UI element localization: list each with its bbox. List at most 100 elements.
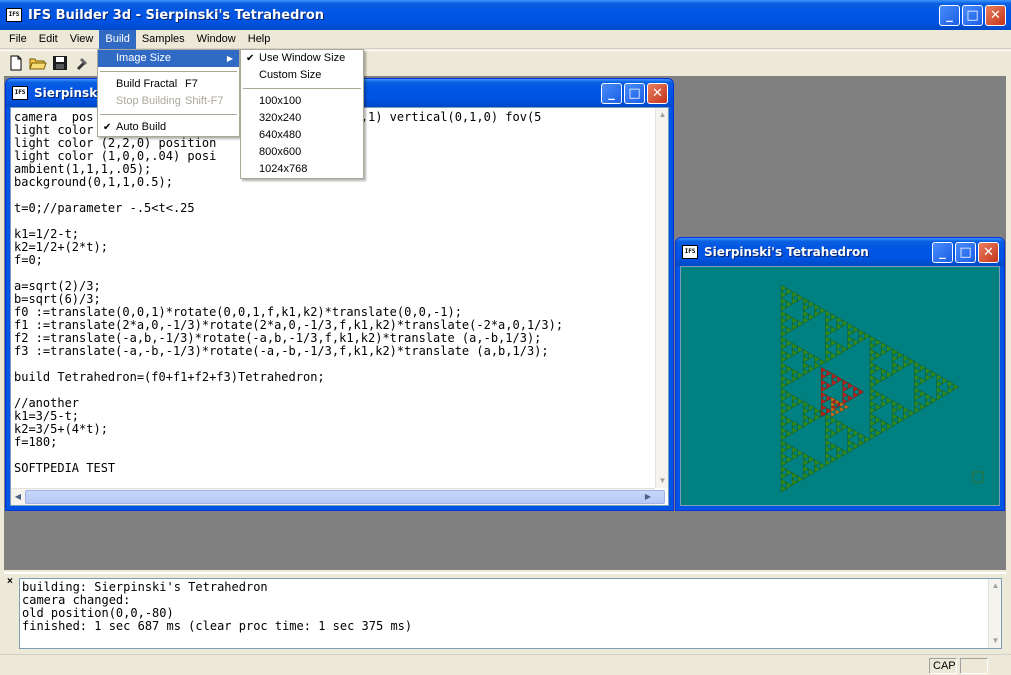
close-icon: ✕ [983, 244, 994, 260]
log-vertical-scrollbar[interactable]: ▲ ▼ [988, 579, 1001, 648]
code-line[interactable]: f3 :=translate(-a,-b,-1/3)*rotate(-a,-b,… [14, 345, 654, 358]
menu-file[interactable]: File [3, 30, 33, 49]
build-menu-item-stop-building[interactable]: Stop Building Shift-F7 [98, 93, 239, 110]
save-disk-icon [53, 56, 67, 70]
close-button[interactable]: ✕ [985, 4, 1006, 26]
fractal-render-canvas[interactable] [680, 266, 1000, 506]
menu-separator [100, 71, 237, 72]
image-size-item-640x480[interactable]: 640x480 [241, 127, 363, 144]
render-title: Sierpinski's Tetrahedron [704, 245, 869, 259]
scroll-up-icon[interactable]: ▲ [656, 108, 668, 122]
code-line[interactable]: //another [14, 397, 654, 410]
open-button[interactable] [27, 52, 49, 74]
maximize-icon: □ [628, 85, 641, 101]
render-minimize-button[interactable]: _ [932, 241, 953, 263]
minimize-icon: _ [946, 7, 953, 23]
menu-separator [100, 114, 237, 115]
menu-item-label: 320x240 [259, 112, 302, 124]
log-panel: × building: Sierpinski's Tetrahedron came… [4, 572, 1006, 652]
menu-item-label: Auto Build [116, 121, 167, 133]
menu-item-label: 800x600 [259, 146, 302, 158]
close-icon: ✕ [990, 7, 1001, 23]
menu-help[interactable]: Help [242, 30, 277, 49]
code-line[interactable]: k1=1/2-t; [14, 228, 654, 241]
editor-close-button[interactable]: ✕ [647, 82, 668, 104]
menu-item-label: Stop Building [116, 95, 181, 107]
scroll-right-icon[interactable]: ▶ [641, 489, 655, 505]
close-icon: ✕ [652, 85, 663, 101]
render-doc-icon: IFS [682, 245, 698, 259]
minimize-button[interactable]: _ [939, 4, 960, 26]
menu-item-shortcut: Shift-F7 [185, 95, 224, 107]
editor-hscroll-thumb[interactable] [25, 490, 665, 504]
build-menu-item-image-size[interactable]: Image Size ▶ [98, 50, 239, 67]
new-file-button[interactable] [5, 52, 27, 74]
code-line[interactable] [14, 267, 654, 280]
code-line[interactable]: a=sqrt(2)/3; [14, 280, 654, 293]
code-line[interactable] [14, 215, 654, 228]
code-line[interactable]: SOFTPEDIA TEST [14, 462, 654, 475]
app-title-bar[interactable]: IFS IFS Builder 3d - Sierpinski's Tetrah… [0, 0, 1011, 30]
menu-edit[interactable]: Edit [33, 30, 64, 49]
code-line[interactable]: k2=3/5+(4*t); [14, 423, 654, 436]
image-size-item-1024x768[interactable]: 1024x768 [241, 161, 363, 178]
menu-item-label: 1024x768 [259, 163, 308, 175]
sierpinski-tetrahedron-image [780, 284, 984, 493]
code-line[interactable]: f=0; [14, 254, 654, 267]
render-close-button[interactable]: ✕ [978, 241, 999, 263]
maximize-icon: □ [966, 7, 979, 23]
render-maximize-button[interactable]: □ [955, 241, 976, 263]
image-size-item-100x100[interactable]: 100x100 [241, 93, 363, 110]
code-line[interactable]: build Tetrahedron=(f0+f1+f2+f3)Tetrahedr… [14, 371, 654, 384]
render-window[interactable]: IFS Sierpinski's Tetrahedron _ □ ✕ [675, 237, 1005, 511]
scroll-down-icon[interactable]: ▼ [656, 474, 668, 488]
editor-maximize-button[interactable]: □ [624, 82, 645, 104]
menu-item-shortcut: F7 [185, 78, 198, 90]
menu-item-label: 100x100 [259, 95, 302, 107]
build-button[interactable] [71, 52, 93, 74]
editor-minimize-button[interactable]: _ [601, 82, 622, 104]
scroll-up-icon[interactable]: ▲ [989, 579, 1002, 593]
menu-item-label: Build Fractal [116, 78, 178, 90]
build-menu-dropdown: Image Size ▶ Build Fractal F7 Stop Building S… [97, 49, 240, 137]
code-line[interactable]: t=0;//parameter -.5<t<.25 [14, 202, 654, 215]
menu-samples[interactable]: Samples [136, 30, 191, 49]
log-close-icon[interactable]: × [7, 576, 13, 587]
checkmark-icon: ✔ [103, 122, 112, 133]
checkmark-icon: ✔ [246, 53, 255, 64]
image-size-submenu: ✔ Use Window Size Custom Size 100x100 320x24… [240, 49, 364, 179]
code-line[interactable]: f=180; [14, 436, 654, 449]
menu-separator [243, 88, 361, 89]
menu-build[interactable]: Build [99, 29, 136, 49]
save-button[interactable] [49, 52, 71, 74]
code-line[interactable]: k1=3/5-t; [14, 410, 654, 423]
menu-item-label: Use Window Size [259, 52, 346, 64]
minimize-icon: _ [608, 85, 615, 101]
new-file-icon [10, 55, 22, 71]
maximize-icon: □ [959, 244, 972, 260]
editor-vertical-scrollbar[interactable]: ▲ ▼ [655, 108, 668, 488]
menu-view[interactable]: View [64, 30, 100, 49]
log-output[interactable]: building: Sierpinski's Tetrahedron camera… [19, 578, 1002, 649]
menu-window[interactable]: Window [191, 30, 242, 49]
image-size-item-use-window-size[interactable]: ✔ Use Window Size [241, 50, 363, 67]
code-line[interactable]: k2=1/2+(2*t); [14, 241, 654, 254]
scroll-left-icon[interactable]: ◀ [11, 489, 25, 505]
image-size-item-800x600[interactable]: 800x600 [241, 144, 363, 161]
image-size-item-320x240[interactable]: 320x240 [241, 110, 363, 127]
build-menu-item-build-fractal[interactable]: Build Fractal F7 [98, 76, 239, 93]
maximize-button[interactable]: □ [962, 4, 983, 26]
menu-bar: File Edit View Build Samples Window Help [0, 29, 1011, 49]
menu-item-label: Image Size [116, 52, 172, 64]
scroll-down-icon[interactable]: ▼ [989, 634, 1002, 648]
editor-doc-icon: IFS [12, 86, 28, 100]
render-title-bar[interactable]: IFS Sierpinski's Tetrahedron _ □ ✕ [676, 238, 1004, 266]
minimize-icon: _ [939, 244, 946, 260]
editor-horizontal-scrollbar[interactable]: ◀ ▶ [11, 488, 665, 505]
status-bar: CAP [0, 654, 1011, 675]
menu-item-label: Custom Size [259, 69, 322, 81]
image-size-item-custom-size[interactable]: Custom Size [241, 67, 363, 84]
code-line[interactable] [14, 384, 654, 397]
build-menu-item-auto-build[interactable]: ✔ Auto Build [98, 119, 239, 136]
menu-item-label: 640x480 [259, 129, 302, 141]
